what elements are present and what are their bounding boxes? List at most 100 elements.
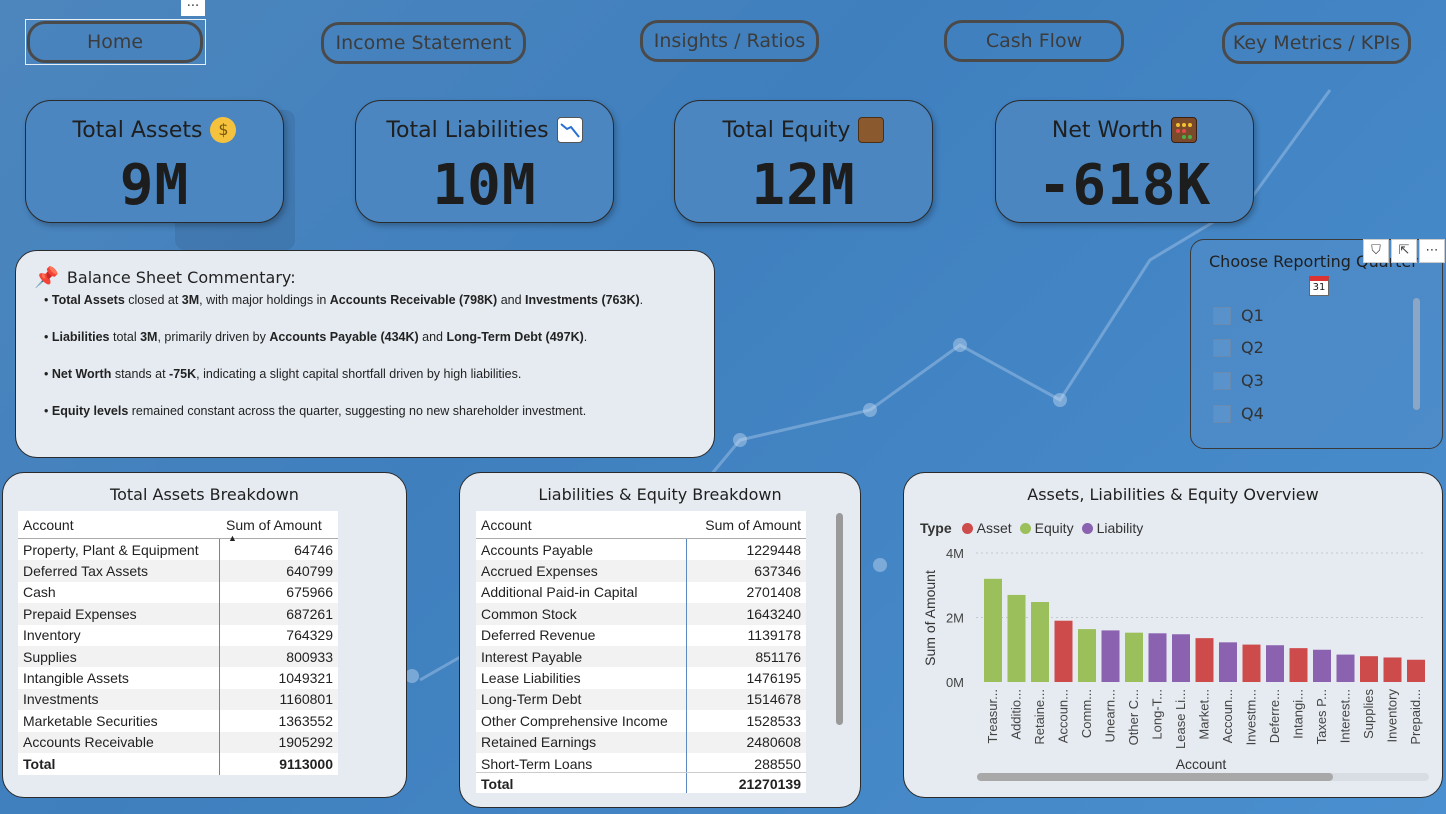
pushpin-icon: 📌 xyxy=(34,265,59,289)
table-row[interactable]: Inventory 764329 xyxy=(18,624,338,646)
table-row[interactable]: Long-Term Debt 1514678 xyxy=(476,688,806,711)
bar-equity[interactable] xyxy=(1078,629,1096,682)
bar-asset[interactable] xyxy=(1383,657,1402,682)
filter-icon[interactable]: ⛉ xyxy=(1363,239,1389,263)
total-assets-card: Total Assets $ 9M xyxy=(25,100,284,223)
amount-cell: 1049321 xyxy=(278,670,333,687)
table-row[interactable]: Deferred Tax Assets 640799 xyxy=(18,560,338,582)
table-row[interactable]: Intangible Assets 1049321 xyxy=(18,667,338,689)
column-header-amount[interactable]: Sum of Amount xyxy=(220,511,338,538)
table-row[interactable]: Supplies 800933 xyxy=(18,645,338,668)
slicer-scrollbar[interactable] xyxy=(1413,298,1420,410)
x-tick-label: Inventory xyxy=(1385,689,1400,743)
bar-equity[interactable] xyxy=(1031,602,1049,682)
checkbox[interactable] xyxy=(1213,404,1231,423)
x-tick-label: Comm... xyxy=(1079,689,1094,738)
insights-ratios-nav-button[interactable]: Insights / Ratios xyxy=(640,20,819,62)
bar-liability[interactable] xyxy=(1148,633,1167,682)
bar-liability[interactable] xyxy=(1266,645,1284,682)
bar-asset[interactable] xyxy=(1195,638,1214,682)
column-header-account[interactable]: Account xyxy=(476,511,687,538)
balance-sheet-commentary: 📌 Balance Sheet Commentary: • Total Asset… xyxy=(15,250,715,458)
chart-horizontal-scrollbar[interactable] xyxy=(977,773,1333,781)
slicer-option-q1[interactable]: Q1 xyxy=(1213,306,1264,325)
bar-liability[interactable] xyxy=(1336,654,1355,682)
slicer-option-q2[interactable]: Q2 xyxy=(1213,338,1264,357)
table-row[interactable]: Marketable Securities 1363552 xyxy=(18,710,338,732)
account-cell: Lease Liabilities xyxy=(476,667,687,689)
table-row[interactable]: Deferred Revenue 1139178 xyxy=(476,624,806,646)
net-worth-card: Net Worth -618K xyxy=(995,100,1254,223)
focus-mode-icon[interactable]: ⇱ xyxy=(1391,239,1417,263)
checkbox[interactable] xyxy=(1213,306,1231,325)
income-statement-nav-button[interactable]: Income Statement xyxy=(321,22,526,64)
sort-ascending-icon: ▲ xyxy=(228,533,237,543)
quarter-slicer: Choose Reporting Quarter 31 Q1 Q2 Q3 Q4 xyxy=(1190,239,1443,449)
slicer-option-q3[interactable]: Q3 xyxy=(1213,371,1264,390)
amount-cell: 637346 xyxy=(754,563,801,580)
bar-liability[interactable] xyxy=(1172,634,1190,682)
table-scrollbar[interactable] xyxy=(836,513,843,725)
account-cell: Prepaid Expenses xyxy=(18,603,220,625)
amount-cell: 1363552 xyxy=(278,712,333,729)
key-metrics-nav-button[interactable]: Key Metrics / KPIs xyxy=(1222,22,1411,64)
account-cell: Long-Term Debt xyxy=(476,688,687,711)
table-row[interactable]: Common Stock 1643240 xyxy=(476,603,806,625)
x-tick-label: Other C... xyxy=(1126,689,1141,745)
amount-cell: 1229448 xyxy=(746,541,801,558)
account-cell: Deferred Revenue xyxy=(476,624,687,646)
table-row[interactable]: Accounts Receivable 1905292 xyxy=(18,731,338,753)
amount-cell: 640799 xyxy=(286,563,333,580)
account-cell: Additional Paid-in Capital xyxy=(476,581,687,604)
bar-asset[interactable] xyxy=(1242,644,1261,682)
table-row[interactable]: Accounts Payable 1229448 xyxy=(476,539,806,561)
table-header: Account Sum of Amount xyxy=(476,511,806,539)
x-tick-label: Accoun... xyxy=(1220,689,1235,743)
table-row[interactable]: Additional Paid-in Capital 2701408 xyxy=(476,581,806,604)
bar-liability[interactable] xyxy=(1313,649,1331,682)
table-row[interactable]: Interest Payable 851176 xyxy=(476,645,806,668)
table-row[interactable]: Investments 1160801 xyxy=(18,688,338,711)
more-options-icon[interactable]: ⋯ xyxy=(1419,239,1445,263)
bar-asset[interactable] xyxy=(1360,656,1378,682)
bar-equity[interactable] xyxy=(984,578,1002,682)
table-row[interactable]: Short-Term Loans 288550 xyxy=(476,752,806,772)
checkbox[interactable] xyxy=(1213,371,1231,390)
table-row[interactable]: Property, Plant & Equipment 64746 xyxy=(18,539,338,561)
amount-cell: 288550 xyxy=(754,755,801,772)
y-axis-label: Sum of Amount xyxy=(922,570,938,666)
table-row[interactable]: Lease Liabilities 1476195 xyxy=(476,667,806,689)
commentary-line: • Total Assets closed at 3M, with major … xyxy=(44,293,644,307)
column-header-account[interactable]: Account xyxy=(18,511,220,538)
bar-equity[interactable] xyxy=(1007,594,1026,682)
amount-cell: 1514678 xyxy=(746,691,801,708)
x-tick-label: Additio... xyxy=(1009,689,1024,740)
table-row[interactable]: Retained Earnings 2480608 xyxy=(476,731,806,753)
home-nav-button[interactable]: Home xyxy=(27,21,203,63)
table-row[interactable]: Cash 675966 xyxy=(18,581,338,604)
table-row[interactable]: Other Comprehensive Income 1528533 xyxy=(476,710,806,732)
column-header-amount[interactable]: Sum of Amount xyxy=(687,511,806,538)
commentary-line: • Equity levels remained constant across… xyxy=(44,404,587,418)
account-cell: Accounts Receivable xyxy=(18,731,220,753)
bar-liability[interactable] xyxy=(1101,630,1120,682)
panel-title: Liabilities & Equity Breakdown xyxy=(538,485,782,504)
panel-title: Total Assets Breakdown xyxy=(110,485,299,504)
x-tick-label: Intangi... xyxy=(1291,689,1306,739)
account-cell: Deferred Tax Assets xyxy=(18,560,220,582)
amount-cell: 2701408 xyxy=(746,584,801,601)
table-row[interactable]: Accrued Expenses 637346 xyxy=(476,560,806,582)
table-row[interactable]: Prepaid Expenses 687261 xyxy=(18,603,338,625)
cash-flow-nav-button[interactable]: Cash Flow xyxy=(944,20,1124,62)
total-value: 21270139 xyxy=(738,775,801,792)
checkbox[interactable] xyxy=(1213,338,1231,357)
more-options-icon[interactable]: ··· xyxy=(181,0,205,16)
bar-equity[interactable] xyxy=(1125,632,1143,682)
bar-asset[interactable] xyxy=(1407,659,1425,682)
amount-cell: 1528533 xyxy=(746,712,801,729)
bar-liability[interactable] xyxy=(1219,642,1237,682)
y-tick-label: 4M xyxy=(946,546,964,561)
slicer-option-q4[interactable]: Q4 xyxy=(1213,404,1264,423)
bar-asset[interactable] xyxy=(1289,648,1308,682)
bar-asset[interactable] xyxy=(1054,620,1073,682)
